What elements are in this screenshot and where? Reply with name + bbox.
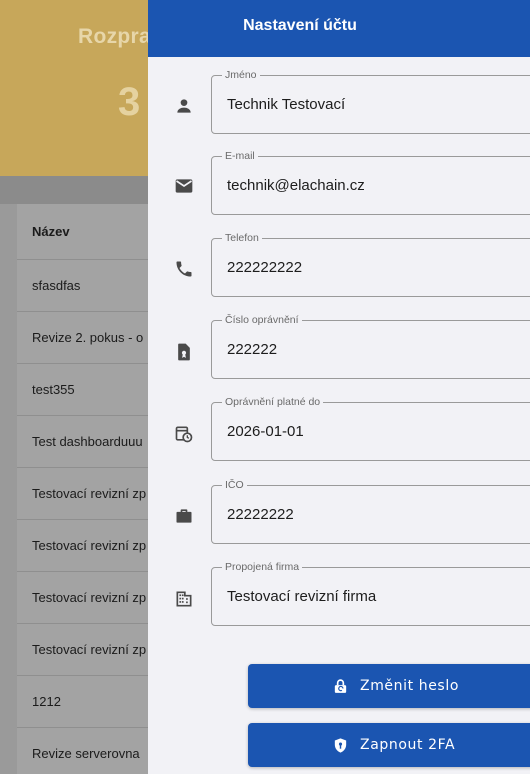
- change-password-label: Změnit heslo: [360, 678, 459, 694]
- email-input[interactable]: [212, 157, 530, 214]
- phone-input[interactable]: [212, 239, 530, 296]
- enable-2fa-label: Zapnout 2FA: [360, 737, 456, 753]
- name-input[interactable]: [212, 76, 530, 133]
- banner-title: Rozpra: [78, 25, 151, 48]
- building-icon: [174, 589, 194, 609]
- phone-icon: [174, 259, 194, 279]
- email-field: E-mail: [211, 150, 530, 215]
- panel-title: Nastavení účtu: [243, 17, 357, 34]
- enable-2fa-button[interactable]: Zapnout 2FA: [248, 723, 530, 767]
- name-field: Jméno: [211, 69, 530, 134]
- license-number-field: Číslo oprávnění: [211, 314, 530, 379]
- account-settings-panel: Nastavení účtu Jméno E-mail Telefon Čísl…: [148, 0, 530, 774]
- lock-reset-icon: [332, 678, 349, 695]
- calendar-clock-icon: [174, 424, 194, 444]
- valid-until-input[interactable]: [212, 403, 530, 460]
- phone-field: Telefon: [211, 232, 530, 297]
- email-icon: [174, 176, 194, 196]
- ico-input[interactable]: [212, 486, 530, 543]
- person-icon: [174, 96, 194, 116]
- company-input[interactable]: [212, 568, 530, 625]
- license-input[interactable]: [212, 321, 530, 378]
- file-badge-icon: [174, 342, 194, 362]
- license-valid-until-field: Oprávnění platné do: [211, 396, 530, 461]
- linked-company-field: Propojená firma: [211, 561, 530, 626]
- briefcase-icon: [174, 506, 194, 526]
- shield-key-icon: [332, 737, 349, 754]
- panel-header: Nastavení účtu: [148, 0, 530, 57]
- ico-field: IČO: [211, 479, 530, 544]
- change-password-button[interactable]: Změnit heslo: [248, 664, 530, 708]
- banner-value: 3: [118, 80, 141, 124]
